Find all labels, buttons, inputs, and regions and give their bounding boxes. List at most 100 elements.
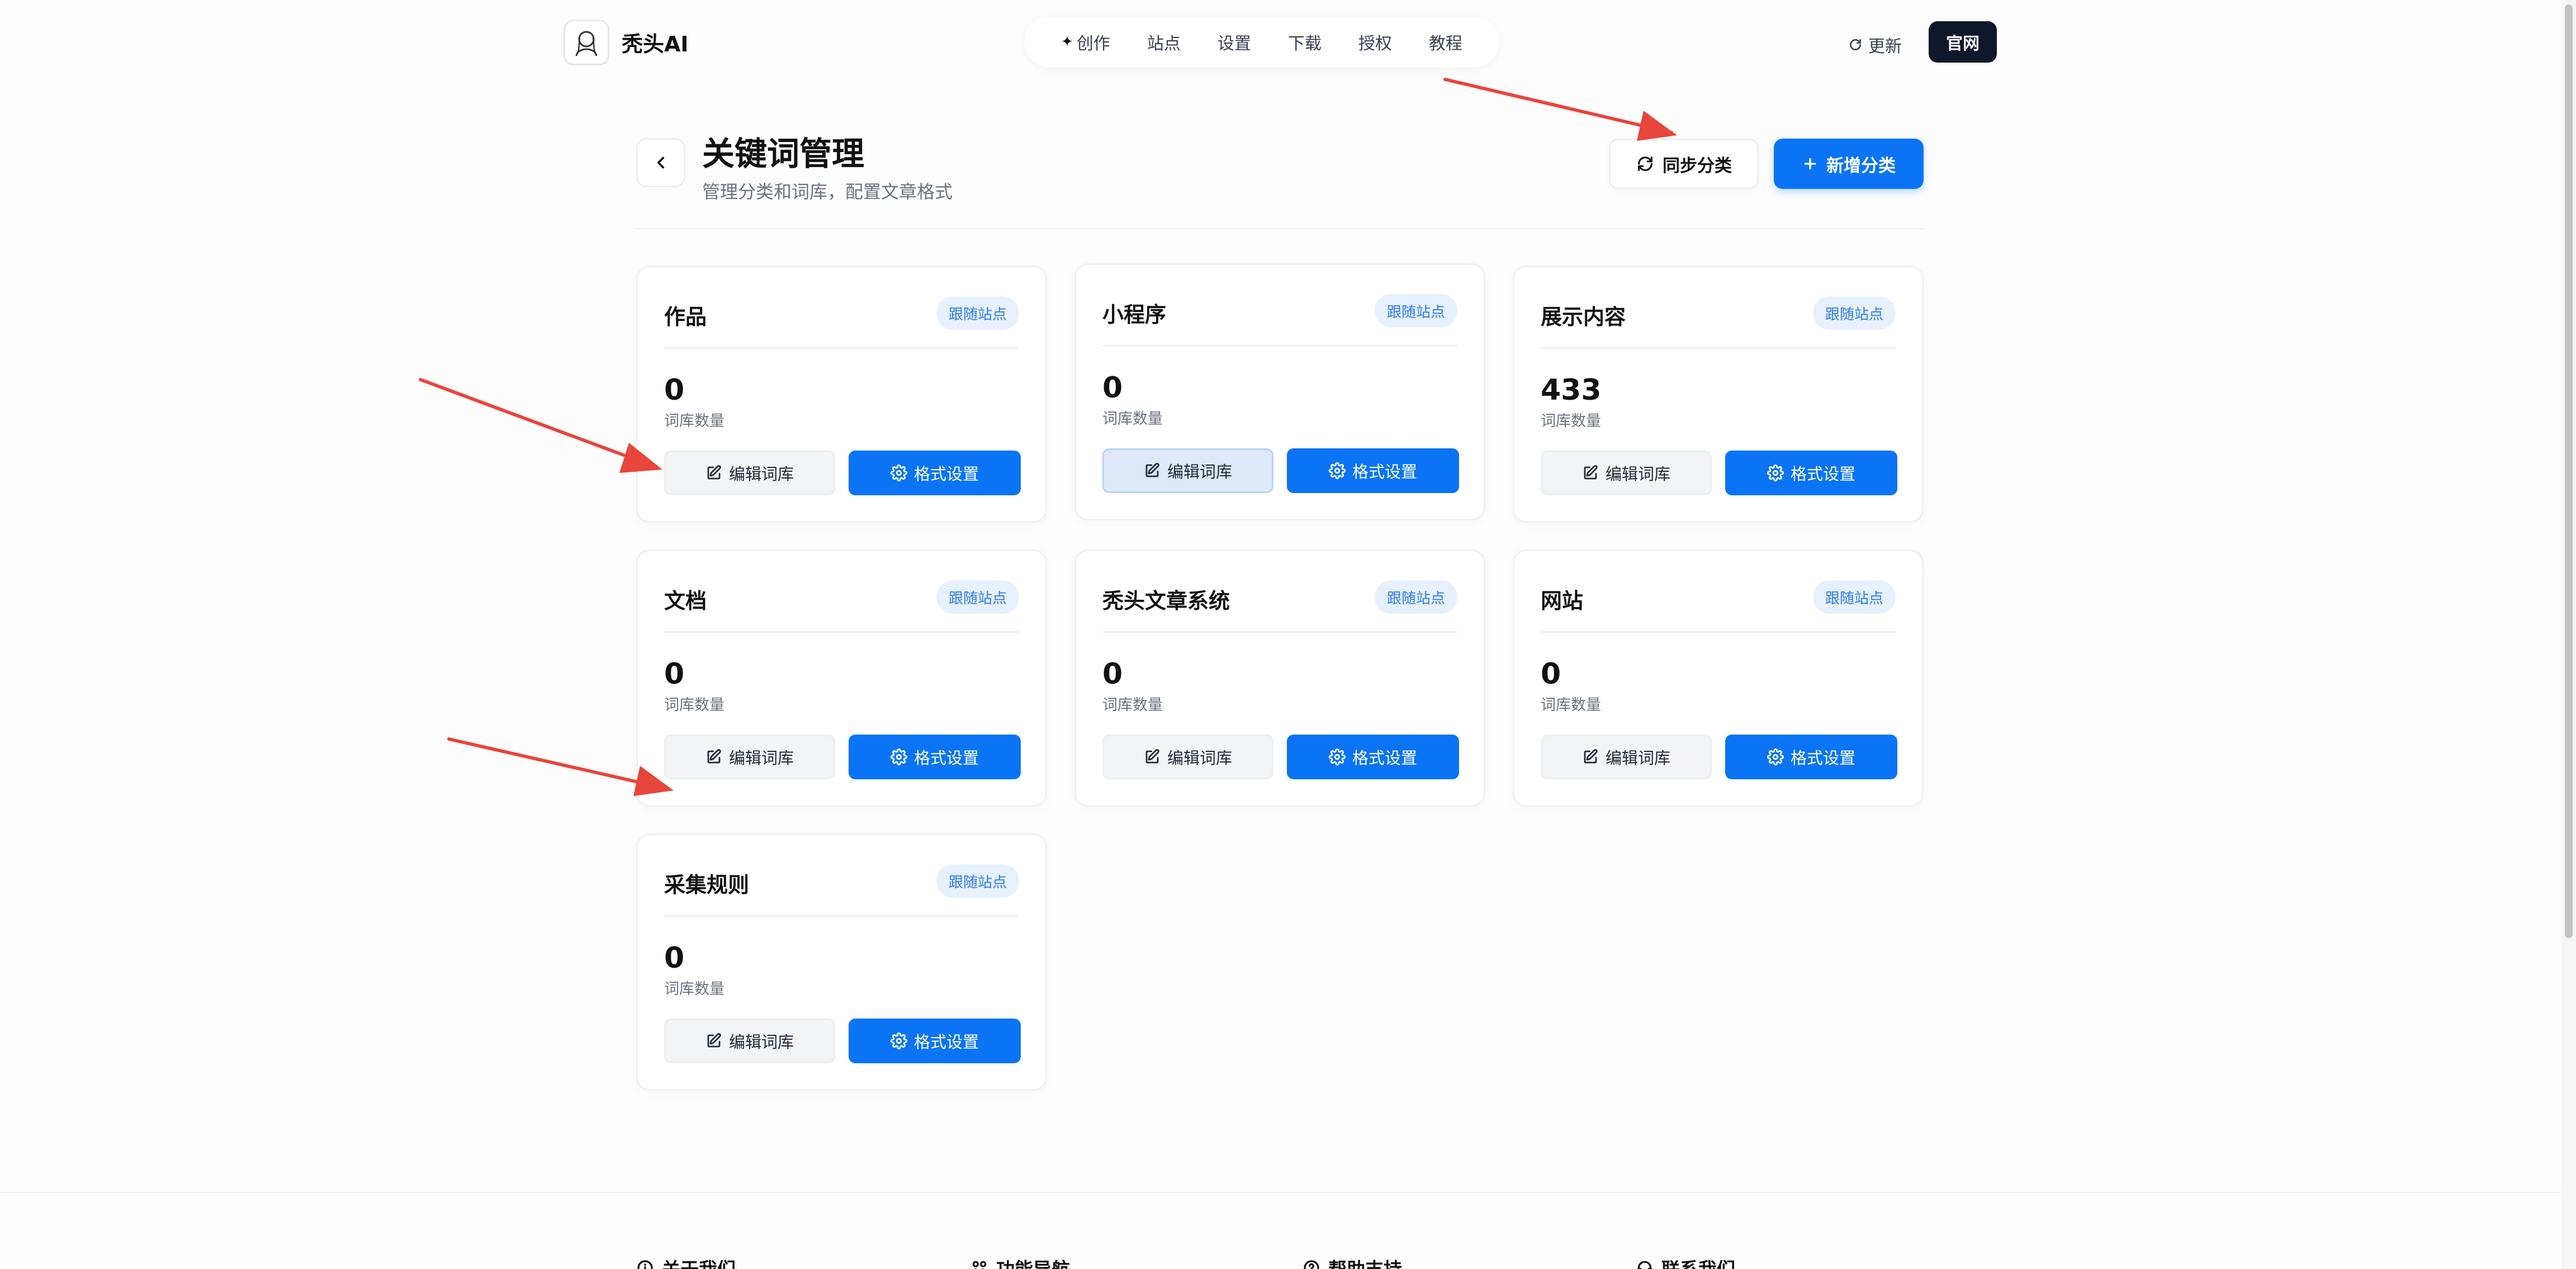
follow-site-badge: 跟随站点: [1374, 580, 1457, 614]
edit-icon: [707, 1033, 721, 1048]
card-divider: [1102, 631, 1457, 633]
logo[interactable]: [564, 20, 609, 65]
footer-feature-nav-label: 功能导航: [996, 1254, 1070, 1269]
card-title: 秃头文章系统: [1102, 589, 1230, 613]
format-settings-button[interactable]: 格式设置: [849, 1019, 1021, 1063]
footer-contact[interactable]: 联系我们: [1636, 1254, 1735, 1269]
edit-lexicon-button[interactable]: 编辑词库: [664, 451, 835, 495]
header-divider: [636, 228, 1924, 229]
card-divider: [664, 915, 1019, 917]
lexicon-count-label: 词库数量: [1541, 697, 1601, 714]
format-settings-button[interactable]: 格式设置: [1725, 735, 1897, 779]
lexicon-count-label: 词库数量: [1102, 410, 1163, 428]
lexicon-count-label: 词库数量: [1541, 413, 1601, 430]
card-title: 文档: [664, 589, 707, 613]
page-scrollbar[interactable]: [2561, 0, 2576, 1269]
footer-feature-nav[interactable]: 功能导航: [970, 1254, 1070, 1269]
edit-lexicon-label: 编辑词库: [728, 465, 794, 484]
edit-lexicon-button[interactable]: 编辑词库: [664, 735, 835, 779]
edit-lexicon-label: 编辑词库: [1167, 749, 1232, 768]
follow-site-badge: 跟随站点: [1812, 296, 1896, 330]
nav-item-download[interactable]: 下载: [1288, 30, 1322, 54]
nav-item-license[interactable]: 授权: [1358, 30, 1392, 54]
format-settings-label: 格式设置: [1352, 462, 1417, 481]
lexicon-count-label: 词库数量: [664, 981, 724, 998]
back-button[interactable]: [636, 138, 685, 187]
update-button[interactable]: 更新: [1848, 32, 1902, 57]
follow-site-badge: 跟随站点: [936, 580, 1019, 614]
edit-lexicon-button[interactable]: 编辑词库: [1541, 451, 1712, 495]
card-divider: [1541, 347, 1896, 349]
add-category-button[interactable]: 新增分类: [1774, 139, 1924, 189]
gear-icon: [890, 1033, 907, 1049]
gear-icon: [890, 465, 907, 481]
category-card-docs: 文档 跟随站点 0 词库数量 编辑词库 格式设置: [636, 550, 1047, 807]
annotation-arrow-sync: [1443, 78, 1677, 141]
add-category-label: 新增分类: [1826, 155, 1896, 176]
follow-site-badge: 跟随站点: [1374, 294, 1457, 328]
nav-item-sites[interactable]: 站点: [1147, 30, 1181, 54]
category-card-showcase: 展示内容 跟随站点 433 词库数量 编辑词库 格式设置: [1513, 266, 1924, 523]
edit-lexicon-label: 编辑词库: [1167, 462, 1232, 481]
page-subtitle: 管理分类和词库，配置文章格式: [702, 181, 953, 202]
edit-lexicon-button[interactable]: 编辑词库: [1102, 448, 1273, 493]
format-settings-button[interactable]: 格式设置: [849, 451, 1021, 495]
format-settings-button[interactable]: 格式设置: [1287, 735, 1459, 779]
official-site-button[interactable]: 官网: [1929, 21, 1997, 63]
edit-lexicon-button[interactable]: 编辑词库: [1102, 735, 1273, 779]
follow-site-badge: 跟随站点: [1812, 580, 1896, 614]
edit-icon: [707, 465, 721, 480]
info-icon: [637, 1260, 653, 1269]
edit-lexicon-label: 编辑词库: [1605, 465, 1670, 484]
card-title: 采集规则: [664, 873, 750, 897]
card-divider: [664, 631, 1019, 633]
footer-divider: [0, 1192, 2560, 1193]
category-card-article-system: 秃头文章系统 跟随站点 0 词库数量 编辑词库 格式设置: [1074, 550, 1485, 807]
format-settings-button[interactable]: 格式设置: [1725, 451, 1897, 495]
footer-help[interactable]: 帮助支持: [1303, 1254, 1402, 1269]
format-settings-button[interactable]: 格式设置: [849, 735, 1021, 779]
format-settings-label: 格式设置: [1790, 749, 1855, 768]
card-divider: [1102, 345, 1457, 347]
nav-item-tutorial[interactable]: 教程: [1429, 30, 1462, 54]
category-card-website: 网站 跟随站点 0 词库数量 编辑词库 格式设置: [1513, 550, 1924, 807]
nav-item-create[interactable]: ✦ 创作: [1061, 30, 1110, 54]
lexicon-count: 0: [1102, 657, 1123, 691]
footer-about-label: 关于我们: [662, 1254, 736, 1269]
format-settings-label: 格式设置: [1352, 749, 1417, 768]
edit-lexicon-label: 编辑词库: [728, 1033, 794, 1052]
lexicon-count: 0: [1102, 371, 1123, 405]
edit-icon: [1145, 462, 1159, 477]
edit-lexicon-label: 编辑词库: [1605, 749, 1670, 768]
edit-icon: [1584, 749, 1598, 764]
footer-about[interactable]: 关于我们: [636, 1254, 736, 1269]
card-title: 展示内容: [1541, 305, 1626, 329]
sync-categories-button[interactable]: 同步分类: [1609, 139, 1759, 189]
update-label: 更新: [1868, 37, 1902, 56]
lexicon-count-label: 词库数量: [664, 413, 724, 430]
footer-help-label: 帮助支持: [1328, 1254, 1402, 1269]
brand-name[interactable]: 秃头AI: [622, 27, 689, 58]
edit-lexicon-button[interactable]: 编辑词库: [1541, 735, 1712, 779]
avatar-logo-icon: [575, 31, 598, 56]
format-settings-label: 格式设置: [913, 749, 979, 768]
lexicon-count: 0: [664, 657, 685, 691]
format-settings-label: 格式设置: [913, 1033, 979, 1052]
follow-site-badge: 跟随站点: [936, 864, 1019, 898]
lexicon-count-label: 词库数量: [1102, 697, 1163, 714]
card-title: 小程序: [1102, 302, 1167, 327]
gear-icon: [1767, 465, 1784, 481]
footer-contact-label: 联系我们: [1661, 1254, 1735, 1269]
category-card-collect-rules: 采集规则 跟随站点 0 词库数量 编辑词库 格式设置: [636, 834, 1047, 1091]
format-settings-button[interactable]: 格式设置: [1287, 448, 1459, 493]
grid-icon: [972, 1261, 987, 1269]
nav-item-settings[interactable]: 设置: [1218, 30, 1251, 54]
headset-icon: [1637, 1261, 1652, 1269]
lexicon-count-label: 词库数量: [664, 697, 724, 714]
card-title: 作品: [664, 305, 707, 329]
gear-icon: [890, 749, 907, 765]
lexicon-count: 0: [664, 941, 685, 975]
nav-item-label: 创作: [1076, 34, 1110, 54]
edit-lexicon-button[interactable]: 编辑词库: [664, 1019, 835, 1063]
scrollbar-thumb[interactable]: [2565, 4, 2573, 938]
